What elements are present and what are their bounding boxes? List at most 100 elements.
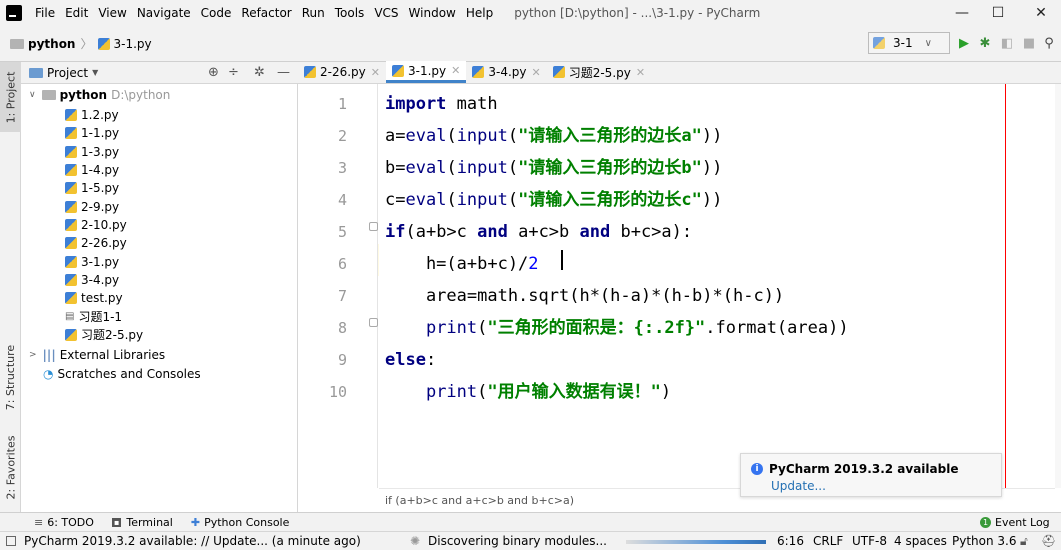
code-token: else (385, 350, 426, 370)
menu-edit[interactable]: Edit (60, 6, 93, 20)
tree-file[interactable]: 1.2.py (65, 106, 119, 124)
tree-file[interactable]: 2-10.py (65, 216, 127, 234)
code-token: eval (405, 190, 447, 210)
tab-3-4[interactable]: 3-4.py ✕ (466, 61, 546, 83)
indent-setting[interactable]: 4 spaces (894, 534, 947, 548)
todo-button[interactable]: 6: TODO (47, 516, 94, 529)
code-token: import (385, 94, 447, 114)
project-panel: Project ▼ ⊕ ÷ ✲ — ∨ python D:\python 1.2… (21, 62, 298, 512)
tab-label: 2-26.py (320, 65, 366, 79)
code-line: if(a+b>c and a+c>b and b+c>a): (385, 216, 1061, 248)
menu-vcs[interactable]: VCS (369, 6, 403, 20)
hide-panel-icon[interactable]: — (277, 65, 290, 80)
code-token: )) (701, 190, 723, 210)
stop-icon[interactable]: ■ (1020, 34, 1038, 52)
menu-run[interactable]: Run (297, 6, 330, 20)
coverage-icon[interactable]: ◧ (998, 34, 1016, 52)
terminal-button[interactable]: Terminal (126, 516, 173, 529)
tab-label: 3-4.py (488, 65, 527, 79)
event-log-button[interactable]: Event Log (995, 516, 1050, 529)
search-icon[interactable]: ⚲ (1040, 34, 1058, 52)
line-separator[interactable]: CRLF (813, 534, 843, 548)
python-file-icon (472, 66, 485, 78)
inspector-icon[interactable]: ⛑︎ (1041, 534, 1056, 548)
minimize-button[interactable]: — (942, 0, 982, 26)
tree-scratches[interactable]: ◔ Scratches and Consoles (43, 365, 201, 383)
python-console-button[interactable]: Python Console (204, 516, 289, 529)
breadcrumb-file[interactable]: 3-1.py (114, 37, 152, 51)
maximize-button[interactable]: ☐ (978, 0, 1018, 26)
caret-position[interactable]: 6:16 (777, 534, 804, 548)
menu-navigate[interactable]: Navigate (132, 6, 196, 20)
tab-2-26[interactable]: 2-26.py ✕ (298, 61, 386, 83)
background-task-label[interactable]: Discovering binary modules... (428, 534, 607, 548)
right-margin-guide (1005, 84, 1006, 512)
collapse-all-icon[interactable]: ÷ (228, 65, 239, 80)
line-number: 4 (337, 191, 347, 209)
breadcrumb-separator: 〉 (80, 37, 93, 51)
run-config-select[interactable]: 3-1 ∨ (868, 32, 950, 54)
close-icon[interactable]: ✕ (451, 64, 460, 77)
tool-window-bar: ≡ 6: TODO ▪ Terminal ✚ Python Console 1 … (0, 512, 1061, 531)
tree-file[interactable]: 3-1.py (65, 252, 119, 270)
tab-3-1[interactable]: 3-1.py ✕ (386, 61, 467, 83)
line-number: 1 (337, 95, 347, 113)
tree-file[interactable]: 习题2-5.py (65, 326, 143, 344)
line-number: 7 (337, 287, 347, 305)
event-log-icon: 1 (980, 517, 991, 528)
status-toggle-icon[interactable] (6, 536, 16, 546)
menu-refactor[interactable]: Refactor (236, 6, 296, 20)
tree-file[interactable]: 1-4.py (65, 161, 119, 179)
tab-exercise-2-5[interactable]: 习题2-5.py ✕ (547, 61, 651, 83)
tree-file[interactable]: 1-3.py (65, 143, 119, 161)
status-message[interactable]: PyCharm 2019.3.2 available: // Update...… (24, 534, 361, 548)
code-editor[interactable]: import math a=eval(input("请输入三角形的边长a")) b=… (379, 84, 1055, 488)
debug-icon[interactable]: ✱ (976, 34, 994, 52)
menu-file[interactable]: File (30, 6, 60, 20)
tree-external-libraries[interactable]: > ||| External Libraries (29, 346, 165, 364)
menu-help[interactable]: Help (461, 6, 498, 20)
tree-file[interactable]: 3-4.py (65, 271, 119, 289)
code-token: ( (507, 158, 519, 178)
fold-marker-icon[interactable] (369, 222, 378, 231)
error-stripe[interactable] (1055, 84, 1061, 488)
close-icon[interactable]: ✕ (636, 66, 645, 79)
line-number: 2 (337, 127, 347, 145)
fold-marker-icon[interactable] (369, 318, 378, 327)
tree-file[interactable]: 2-26.py (65, 234, 127, 252)
tree-file[interactable]: test.py (65, 289, 123, 307)
project-view-select[interactable]: Project (47, 66, 88, 80)
file-encoding[interactable]: UTF-8 (852, 534, 887, 548)
close-button[interactable]: ✕ (1021, 0, 1061, 26)
tree-root[interactable]: ∨ python D:\python (29, 86, 170, 104)
tree-file[interactable]: ▤ 习题1-1 (65, 307, 122, 325)
status-bar: PyCharm 2019.3.2 available: // Update...… (0, 531, 1061, 550)
code-token: "请输入三角形的边长b" (518, 158, 702, 178)
tree-file[interactable]: 2-9.py (65, 198, 119, 216)
tree-file[interactable]: 1-5.py (65, 179, 119, 197)
close-icon[interactable]: ✕ (371, 66, 380, 79)
breadcrumb-project[interactable]: python (28, 37, 75, 51)
interpreter[interactable]: Python 3.6 (952, 534, 1017, 548)
code-token: eval (405, 158, 447, 178)
run-icon[interactable]: ▶ (955, 34, 973, 52)
chevron-down-icon: ∨ (924, 37, 932, 49)
menu-tools[interactable]: Tools (330, 6, 370, 20)
tool-tab-favorites[interactable]: 2: Favorites (0, 427, 21, 507)
close-icon[interactable]: ✕ (532, 66, 541, 79)
code-token: ) (660, 382, 672, 402)
gear-icon[interactable]: ✲ (254, 65, 265, 80)
tree-file[interactable]: 1-1.py (65, 124, 119, 142)
menu-window[interactable]: Window (404, 6, 461, 20)
tool-tab-project[interactable]: 1: Project (0, 62, 21, 132)
menu-code[interactable]: Code (196, 6, 237, 20)
code-line: print("三角形的面积是：{:.2f}".format(area)) (385, 312, 1061, 344)
lock-icon[interactable]: 🔓︎ (1020, 534, 1028, 549)
python-file-icon (65, 127, 77, 140)
locate-icon[interactable]: ⊕ (208, 65, 219, 80)
code-token: and (579, 222, 611, 242)
tool-tab-structure[interactable]: 7: Structure (0, 332, 21, 422)
update-link[interactable]: Update... (771, 479, 826, 493)
menu-view[interactable]: View (93, 6, 131, 20)
code-token: input (456, 190, 508, 210)
